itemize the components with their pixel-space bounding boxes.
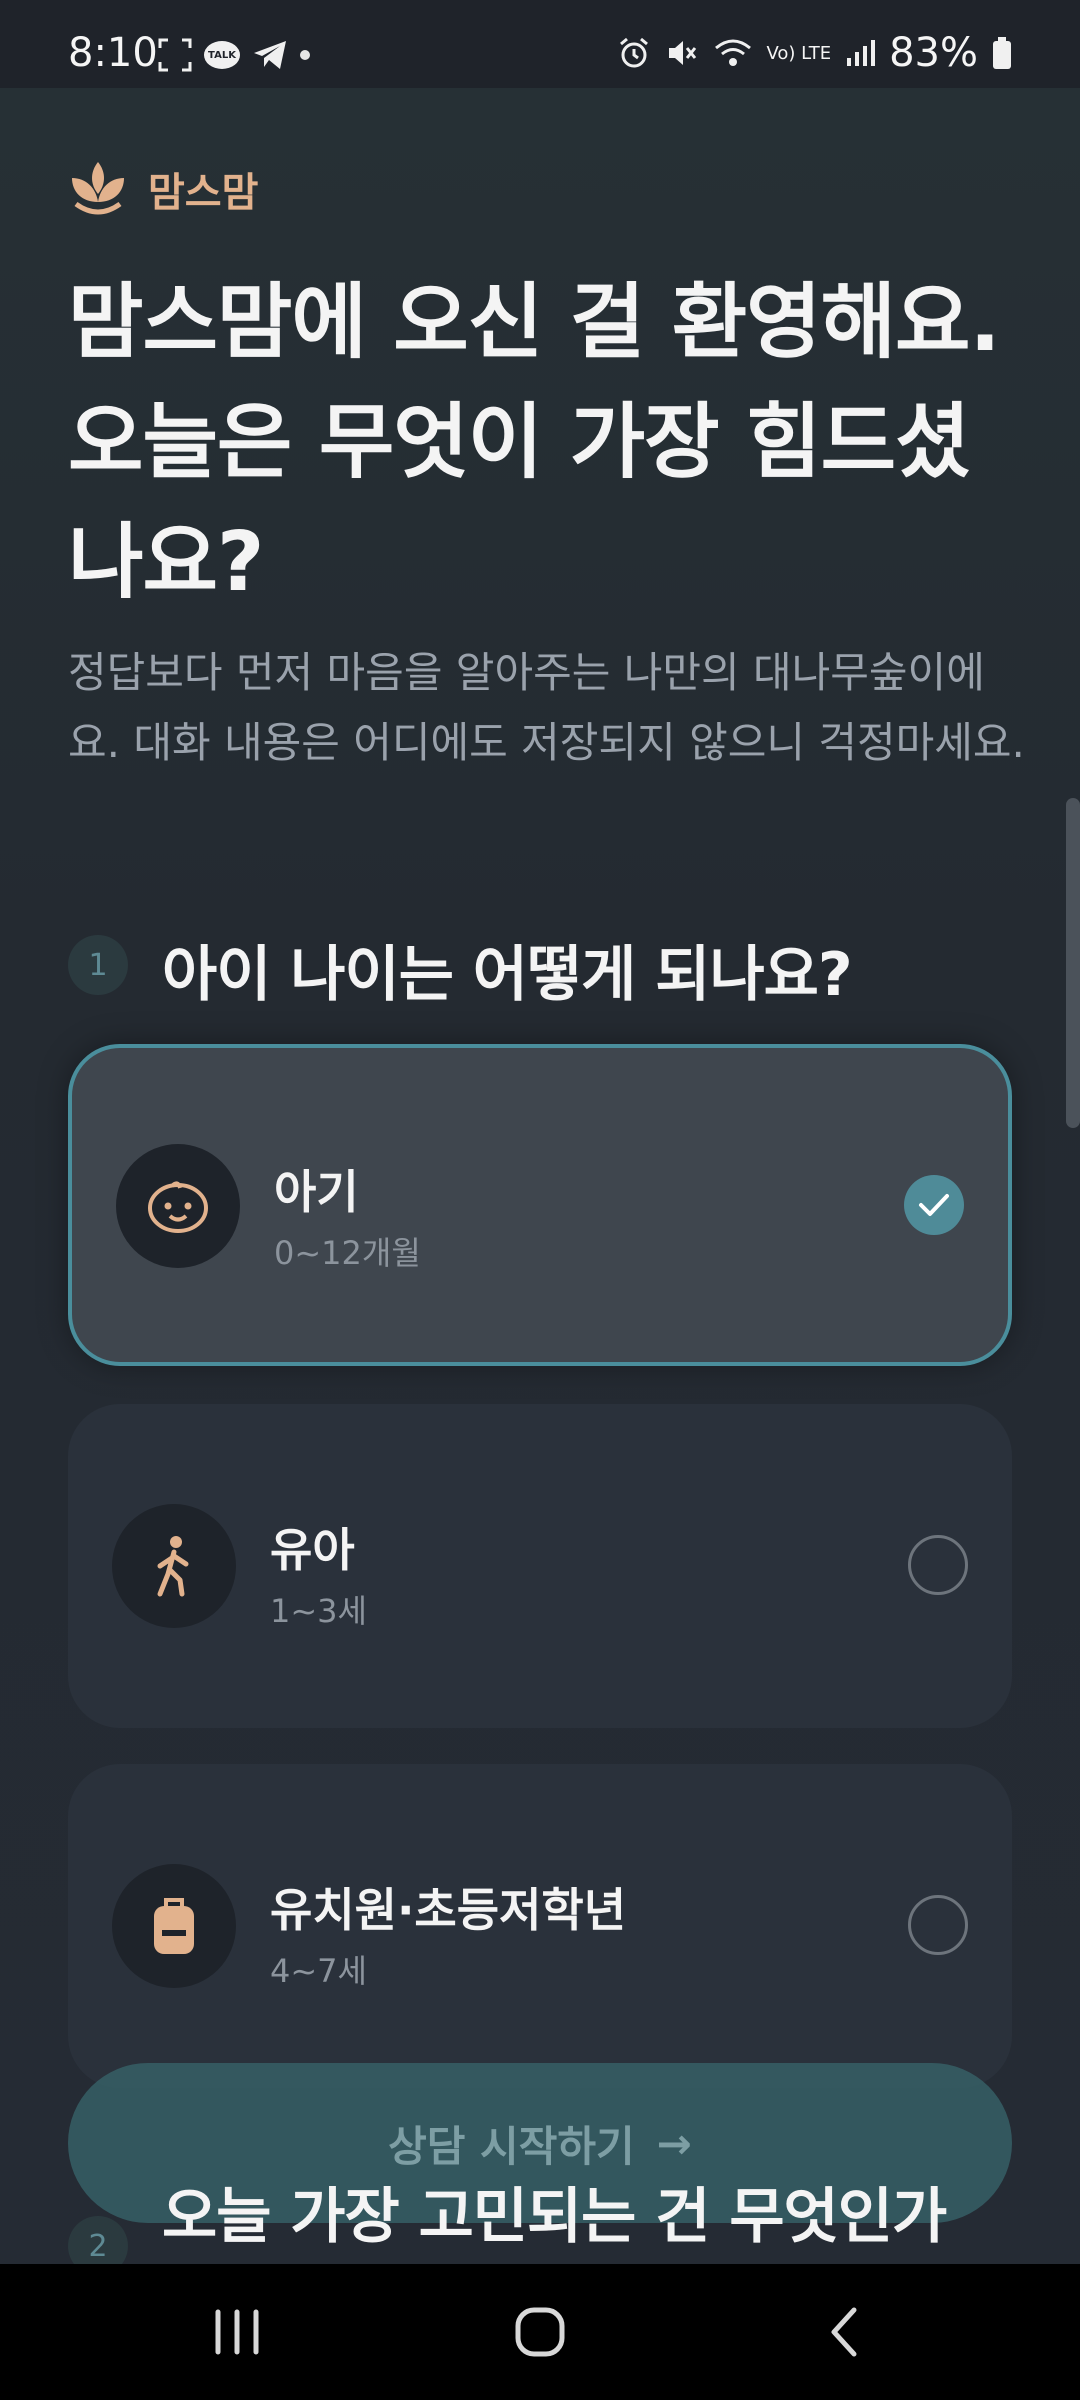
recent-apps-icon[interactable] — [212, 2302, 262, 2362]
age-option-baby[interactable]: 아기 0~12개월 — [68, 1044, 1012, 1366]
battery-percent: 83% — [889, 30, 978, 76]
option-title: 유아 — [270, 1523, 355, 1577]
check-icon — [904, 1175, 964, 1235]
kakao-talk-icon: TALK — [204, 41, 240, 69]
age-option-kindergarten[interactable]: 유치원·초등저학년 4~7세 — [68, 1764, 1012, 2088]
main-content[interactable]: 맘스맘 맘스맘에 오신 걸 환영해요. 오늘은 무엇이 가장 힘드셨나요? 정답… — [0, 88, 1080, 2264]
telegram-icon — [254, 41, 286, 69]
radio-button[interactable] — [908, 1895, 968, 1955]
option-title: 아기 — [274, 1165, 359, 1219]
volte-label: Vo) LTE — [766, 42, 832, 64]
option-subtitle: 0~12개월 — [274, 1234, 421, 1272]
notification-icons: TALK — [158, 38, 310, 72]
screenshot-icon — [158, 38, 192, 72]
mute-icon — [668, 41, 696, 65]
back-icon[interactable] — [820, 2302, 870, 2362]
alarm-icon — [619, 37, 648, 68]
signal-icon — [847, 40, 876, 66]
page-title: 맘스맘에 오신 걸 환영해요. 오늘은 무엇이 가장 힘드셨나요? — [68, 275, 1001, 610]
cta-label: 상담 시작하기 — [388, 2121, 635, 2171]
battery-icon — [993, 37, 1011, 69]
option-subtitle: 1~3세 — [270, 1592, 367, 1630]
navigation-bar — [0, 2264, 1080, 2400]
option-title: 유치원·초등저학년 — [270, 1883, 627, 1937]
baby-face-icon — [116, 1144, 240, 1268]
brand-name: 맘스맘 — [148, 170, 259, 216]
age-option-toddler[interactable]: 유아 1~3세 — [68, 1404, 1012, 1728]
status-bar: 8:10 TALK Vo) LTE 83% — [0, 0, 1080, 88]
radio-button[interactable] — [908, 1535, 968, 1595]
brand: 맘스맘 — [68, 160, 258, 218]
backpack-icon — [112, 1864, 236, 1988]
status-time: 8:10 — [68, 30, 158, 76]
page-subtitle: 정답보다 먼저 마음을 알아주는 나만의 대나무숲이에요. 대화 내용은 어디에… — [68, 648, 1025, 767]
question-todays-concern: 오늘 가장 고민되는 건 무엇인가 — [162, 2182, 947, 2252]
system-status-icons: Vo) LTE 83% — [617, 30, 1013, 76]
step-number-1: 1 — [68, 935, 128, 995]
arrow-right-icon: → — [656, 2118, 692, 2168]
step-number-2: 2 — [68, 2216, 128, 2264]
wifi-icon — [714, 39, 751, 66]
more-notifications-icon — [300, 50, 310, 60]
lotus-logo-icon — [72, 162, 124, 215]
option-subtitle: 4~7세 — [270, 1952, 367, 1990]
walking-child-icon — [112, 1504, 236, 1628]
scrollbar[interactable] — [1066, 798, 1080, 1128]
home-icon[interactable] — [510, 2302, 570, 2362]
question-child-age: 아이 나이는 어떻게 되나요? — [162, 940, 853, 1010]
